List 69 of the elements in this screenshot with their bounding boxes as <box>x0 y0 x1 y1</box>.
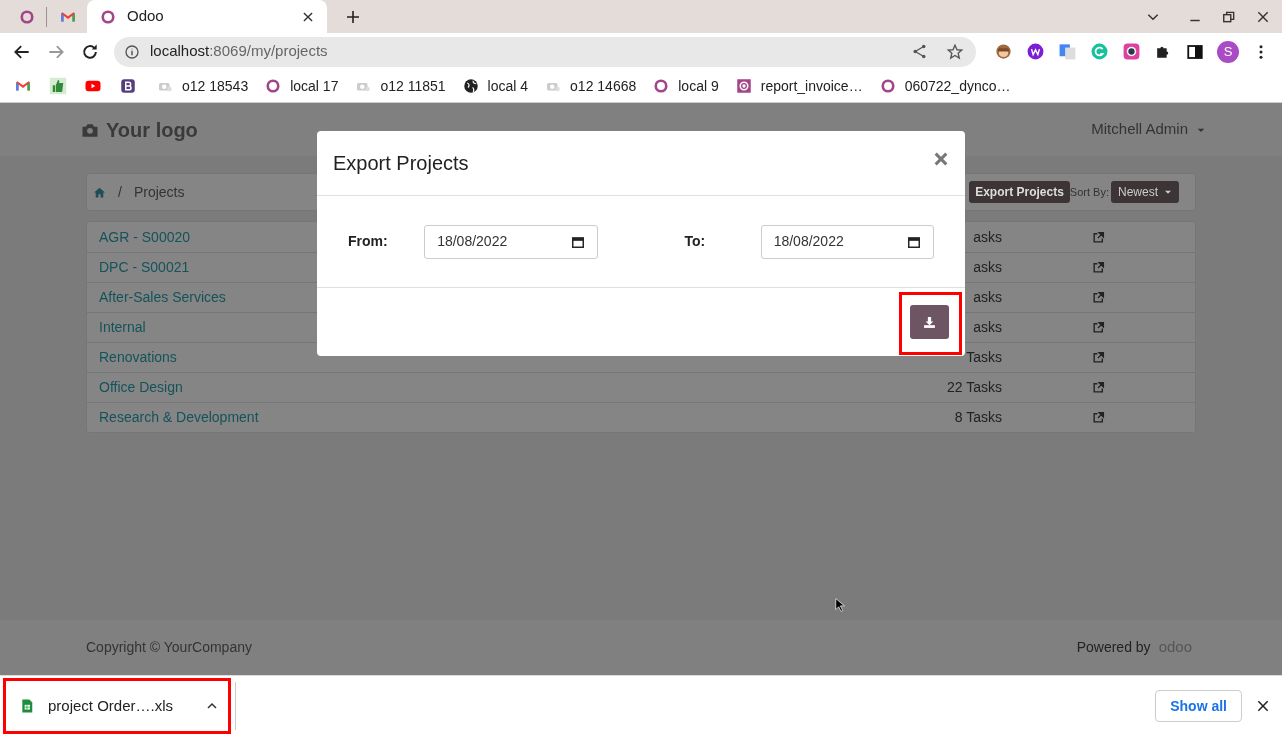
task-count: asks <box>973 227 1002 247</box>
caret-icon <box>1164 188 1172 196</box>
calendar-icon <box>570 234 585 249</box>
plus-icon[interactable] <box>345 9 361 25</box>
address-bar[interactable]: localhost:8069/my/projects <box>114 36 976 67</box>
globe-icon <box>461 77 480 95</box>
bookmark[interactable]: o12 14668 <box>544 73 637 99</box>
date-field[interactable]: 18/08/2022 <box>424 224 598 259</box>
bookmark[interactable]: 060722_dynco… <box>878 73 1011 99</box>
task-count: asks <box>973 318 1002 337</box>
download-button[interactable] <box>910 305 949 339</box>
info-icon[interactable] <box>124 43 140 60</box>
breadcrumb-current: Projects <box>133 182 186 202</box>
share-icon[interactable] <box>911 43 928 60</box>
mouse-pointer-icon <box>834 595 848 615</box>
url-text: localhost:8069/my/projects <box>150 41 329 62</box>
star-icon[interactable] <box>946 42 964 61</box>
close-icon[interactable] <box>1256 699 1270 713</box>
date-label: From: <box>348 232 389 251</box>
external-link-icon[interactable] <box>1092 381 1105 394</box>
show-all-button[interactable]: Show all <box>1155 690 1242 722</box>
bookmark[interactable]: o12 11851 <box>354 73 446 99</box>
tab-title: Odoo <box>127 6 165 27</box>
browser-tab[interactable]: Odoo <box>87 0 327 33</box>
download-icon <box>923 315 936 329</box>
sort-label: Sort By: <box>1069 184 1109 200</box>
odoo-icon[interactable] <box>18 8 36 26</box>
odoo-square-icon <box>734 77 753 95</box>
monkey-icon[interactable] <box>994 42 1013 61</box>
external-link-icon[interactable] <box>1092 291 1105 304</box>
calendar-icon <box>907 234 921 249</box>
date-field[interactable]: 18/08/2022 <box>760 224 934 259</box>
copyright-text: Copyright © YourCompany <box>86 638 253 657</box>
task-count: Tasks <box>966 348 1002 367</box>
bookmark[interactable]: o12 18543 <box>156 73 249 99</box>
close-icon[interactable] <box>301 9 315 24</box>
sort-dropdown[interactable]: Newest <box>1111 181 1179 203</box>
dialog-title: Export Projects <box>333 151 470 176</box>
spreadsheet-icon <box>20 698 34 714</box>
task-count: asks <box>973 288 1002 307</box>
external-link-icon[interactable] <box>1092 351 1105 364</box>
powered-by-text: Powered by <box>1076 638 1151 657</box>
external-link-icon[interactable] <box>1092 321 1105 334</box>
logo-text: Your logo <box>106 117 199 143</box>
task-count: 22 Tasks <box>947 378 1002 397</box>
breadcrumb-separator: / <box>118 182 122 202</box>
bookmark[interactable]: local 9 <box>652 73 719 99</box>
task-count: 8 Tasks <box>954 408 1002 427</box>
file-name: project Order….xls <box>48 695 175 716</box>
bookmark[interactable]: report_invoice… <box>734 73 863 99</box>
w-circle-icon[interactable] <box>1026 42 1045 61</box>
task-count: asks <box>973 258 1002 277</box>
external-link-icon[interactable] <box>1092 411 1105 424</box>
profile-avatar[interactable]: S <box>1217 40 1239 63</box>
bookmark[interactable]: local 17 <box>264 73 339 99</box>
external-link-icon[interactable] <box>1092 261 1105 274</box>
bookmark[interactable]: local 4 <box>461 73 529 99</box>
thumbs-up-icon[interactable] <box>49 77 67 95</box>
date-label: To: <box>684 232 707 251</box>
external-link-icon[interactable] <box>1092 230 1105 244</box>
restore-icon[interactable] <box>1222 10 1236 24</box>
download-item[interactable]: project Order….xls <box>3 678 231 734</box>
close-icon[interactable] <box>1256 10 1270 24</box>
home-icon[interactable] <box>93 185 106 199</box>
highlight-frame <box>899 292 962 355</box>
export-projects-button[interactable]: Export Projects <box>969 181 1070 203</box>
square-logo-icon[interactable] <box>119 77 137 95</box>
side-panel-icon[interactable] <box>1186 42 1204 61</box>
color-ring-icon[interactable] <box>1122 42 1141 61</box>
